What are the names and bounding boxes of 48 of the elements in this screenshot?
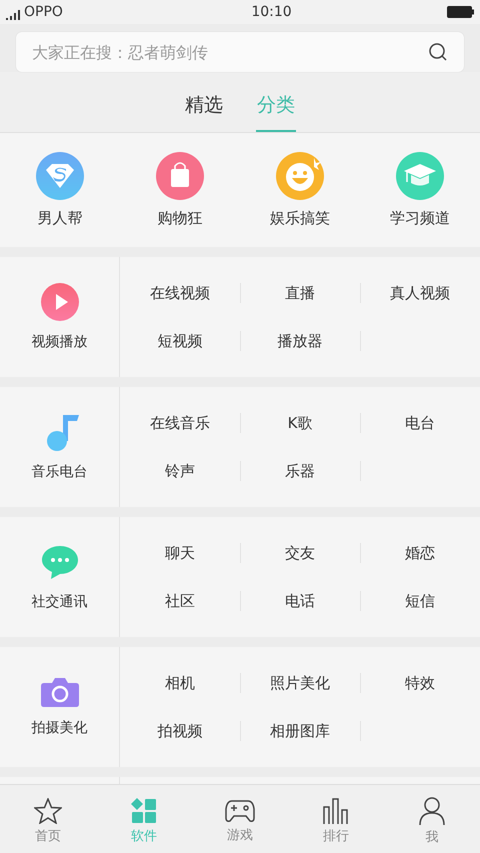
chat-bubble-icon: [40, 543, 78, 581]
subcategory-link[interactable]: K歌: [288, 414, 312, 432]
subcategory-link[interactable]: 乐器: [285, 462, 315, 480]
smiley-icon: [276, 152, 324, 200]
subcategory-link[interactable]: 交友: [285, 544, 315, 562]
signal-icon: [6, 10, 22, 20]
shopping-bag-icon: [156, 152, 204, 200]
subcategory-link[interactable]: 相机: [165, 674, 195, 692]
camera-icon: [40, 677, 78, 707]
subcategory-link[interactable]: 真人视频: [390, 284, 450, 302]
carrier-name: OPPO: [24, 4, 63, 20]
category-tile[interactable]: 娱乐搞笑: [240, 133, 360, 247]
subcategory-link[interactable]: 短视频: [158, 332, 202, 350]
category-tile[interactable]: 男人帮: [0, 133, 120, 247]
category-heading[interactable]: 社交通讯: [0, 517, 120, 637]
subcategory-link[interactable]: 在线音乐: [150, 414, 210, 432]
subcategory-link[interactable]: 铃声: [165, 462, 195, 480]
search-icon[interactable]: [428, 42, 448, 62]
star-icon: [34, 798, 62, 824]
subcategory-link[interactable]: 在线视频: [150, 284, 210, 302]
subcategory-link[interactable]: 电话: [285, 592, 315, 610]
apps-icon: [131, 798, 157, 824]
subcategory-link[interactable]: 社区: [165, 592, 195, 610]
category-tile[interactable]: 购物狂: [120, 133, 240, 247]
subcategory-link[interactable]: 婚恋: [405, 544, 435, 562]
subcategory-link[interactable]: 照片美化: [270, 674, 330, 692]
subcategory-link[interactable]: 电台: [405, 414, 435, 432]
category-heading[interactable]: 视频播放: [0, 257, 120, 377]
person-icon: [419, 796, 445, 824]
tab[interactable]: 精选: [184, 92, 224, 132]
graduation-cap-icon: [396, 152, 444, 200]
search-field[interactable]: 大家正在搜：忍者萌剑传: [16, 32, 464, 72]
subcategory-link[interactable]: 拍视频: [158, 722, 202, 740]
subcategory-link[interactable]: 特效: [405, 674, 435, 692]
category-heading[interactable]: 拍摄美化: [0, 647, 120, 767]
subcategory-link[interactable]: 直播: [285, 284, 315, 302]
battery-icon: [446, 6, 474, 18]
subcategory-link[interactable]: 相册图库: [270, 722, 330, 740]
gamepad-icon: [225, 798, 255, 822]
category-heading[interactable]: 音乐电台: [0, 387, 120, 507]
subcategory-link[interactable]: 聊天: [165, 544, 195, 562]
bar-chart-icon: [323, 798, 349, 824]
play-icon: [40, 283, 78, 321]
status-time: 10:10: [251, 4, 292, 20]
subcategory-link[interactable]: 短信: [405, 592, 435, 610]
shield-icon: [36, 152, 84, 200]
category-tile[interactable]: 学习频道: [360, 133, 480, 247]
subcategory-link[interactable]: 播放器: [278, 332, 322, 350]
